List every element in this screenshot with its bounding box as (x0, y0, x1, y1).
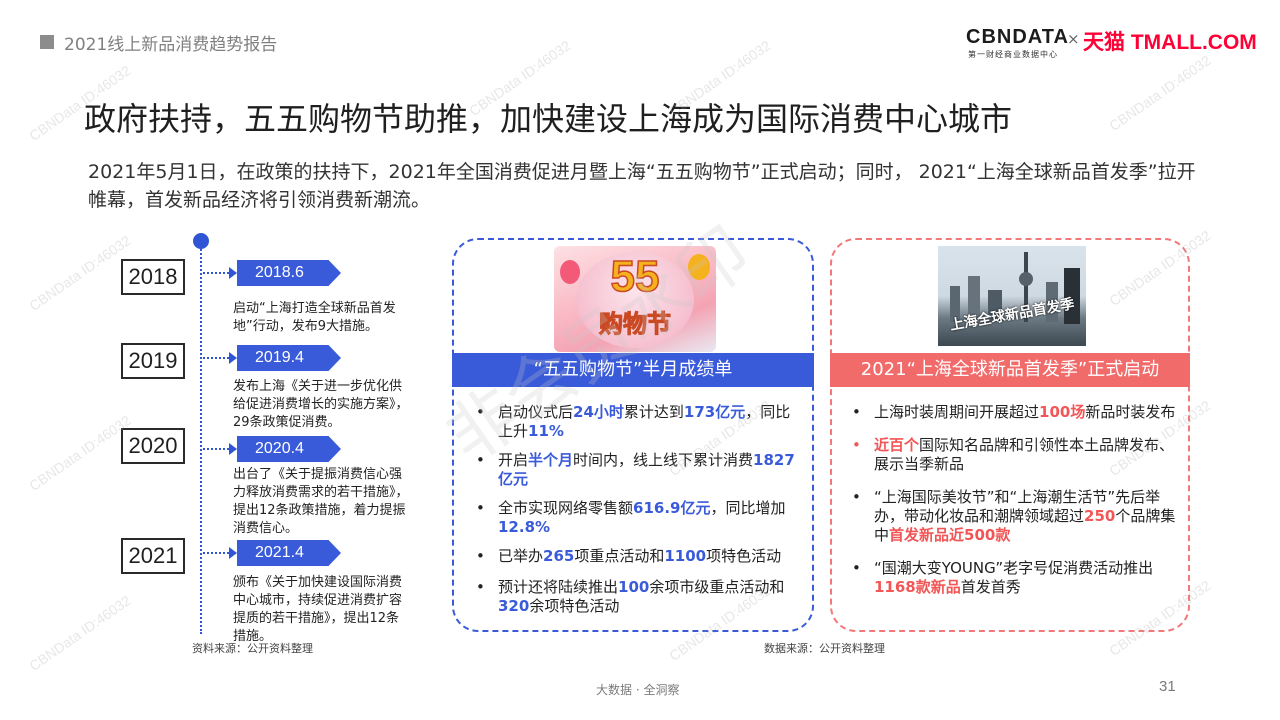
logo-separator: × (1067, 30, 1080, 48)
cbndata-logo: CBNDATA (966, 26, 1069, 48)
date-tag-2021: 2021.4 (237, 540, 341, 566)
list-item: • “上海国际美妆节”和“上海潮生活节”先后举办，带动化妆品和潮牌领域超过250个… (852, 488, 1176, 544)
intro-paragraph: 2021年5月1日，在政策的扶持下，2021年全国消费促进月暨上海“五五购物节”… (88, 161, 1196, 211)
launch-season-header: 2021“上海全球新品首发季”正式启动 (830, 353, 1190, 387)
footer-slogan: 大数据 · 全洞察 (596, 683, 680, 697)
launch-season-list: • 上海时装周期间开展超过100场新品时装发布 • 近百个国际知名品牌和引领性本土品… (846, 403, 1176, 597)
timeline-event-2021: 颁布《关于加快建设国际消费 中心城市，持续促进消费扩容 提质的若干措施》，提出1… (233, 575, 403, 644)
list-item: • 已举办265项重点活动和1100项特色活动 (476, 547, 782, 565)
timeline-event-2020: 出台了《关于提振消费信心强 力释放消费需求的若干措施》， 提出12条政策措施，着… (233, 467, 409, 536)
source-note-right: 数据来源：公开资料整理 (764, 642, 885, 655)
date-tag-2018: 2018.6 (237, 260, 341, 286)
shanghai-skyline-image: 上海全球新品首发季 (938, 246, 1086, 346)
timeline-event-2018: 启动“上海打造全球新品首发 地”行动，发布9大措施。 (233, 301, 396, 334)
list-item: • 全市实现网络零售额616.9亿元，同比增加12.8% (476, 499, 786, 536)
page-number: 31 (1159, 678, 1176, 695)
timeline-arrow-icon (203, 540, 237, 566)
timeline-arrow-icon (203, 345, 237, 371)
year-box-2019: 2019 (121, 343, 185, 379)
watermark: CBNData ID:46032 (1106, 52, 1214, 134)
watermark: CBNData ID:46032 (26, 412, 134, 494)
list-item: • 上海时装周期间开展超过100场新品时装发布 (852, 403, 1176, 421)
list-item: • “国潮大变YOUNG”老字号促消费活动推出1168款新品首发首秀 (852, 559, 1154, 596)
list-item: • 开启半个月时间内，线上线下累计消费1827亿元 (476, 451, 795, 488)
timeline-arrow-icon (203, 260, 237, 286)
watermark: CBNData ID:46032 (26, 232, 134, 314)
date-tag-2020: 2020.4 (237, 436, 341, 462)
header-square-icon (40, 35, 54, 49)
page-title: 政府扶持，五五购物节助推，加快建设上海成为国际消费中心城市 (84, 100, 1013, 138)
source-note-left: 资料来源：公开资料整理 (192, 642, 313, 655)
year-box-2021: 2021 (121, 538, 185, 574)
timeline-axis (200, 246, 202, 634)
cbndata-logo-subtitle: 第一财经商业数据中心 (968, 50, 1058, 59)
date-tag-2019: 2019.4 (237, 345, 341, 371)
timeline-event-2019: 发布上海《关于进一步优化供 给促进消费增长的实施方案》， 29条政策促消费。 (233, 379, 409, 430)
timeline-arrow-icon (203, 436, 237, 462)
tmall-logo: 天猫 TMALL.COM (1083, 31, 1257, 54)
report-title: 2021线上新品消费趋势报告 (64, 35, 278, 55)
watermark: CBNData ID:46032 (26, 592, 134, 674)
year-box-2018: 2018 (121, 259, 185, 295)
timeline-start-dot (193, 233, 209, 249)
year-box-2020: 2020 (121, 428, 185, 464)
